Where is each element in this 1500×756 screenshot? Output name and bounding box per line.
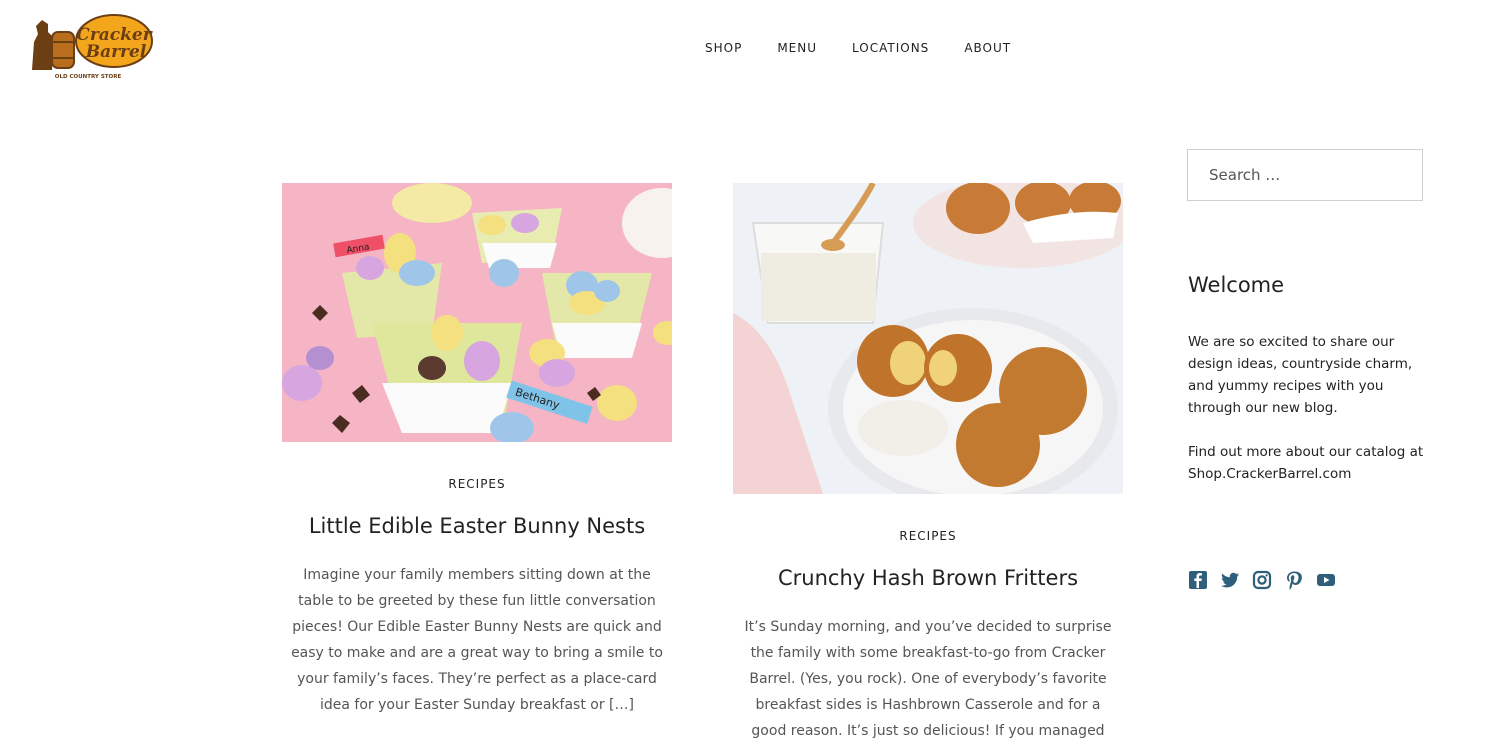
post-card: Anna Bethany RECIPES Little Edible Easte… xyxy=(282,183,672,718)
post-title[interactable]: Crunchy Hash Brown Fritters xyxy=(733,564,1123,592)
pinterest-icon[interactable] xyxy=(1284,570,1304,590)
post-title[interactable]: Little Edible Easter Bunny Nests xyxy=(282,512,672,540)
post-category[interactable]: RECIPES xyxy=(733,529,1123,545)
twitter-icon[interactable] xyxy=(1220,570,1240,590)
catalog-paragraph: Find out more about our catalog at Shop.… xyxy=(1188,444,1424,482)
svg-text:OLD COUNTRY STORE: OLD COUNTRY STORE xyxy=(55,74,122,80)
search-input[interactable] xyxy=(1187,149,1423,201)
cracker-barrel-logo[interactable]: Cracker Barrel OLD COUNTRY STORE xyxy=(26,12,156,84)
facebook-icon[interactable] xyxy=(1188,570,1208,590)
social-links xyxy=(1188,570,1336,590)
nav-menu[interactable]: MENU xyxy=(777,41,817,55)
post-category[interactable]: RECIPES xyxy=(282,477,672,493)
svg-text:Barrel: Barrel xyxy=(85,42,147,62)
nav-about[interactable]: ABOUT xyxy=(964,41,1011,55)
main-nav: SHOP MENU LOCATIONS ABOUT xyxy=(705,41,1046,55)
welcome-paragraph: We are so excited to share our design id… xyxy=(1188,334,1413,416)
nav-locations[interactable]: LOCATIONS xyxy=(852,41,929,55)
welcome-title: Welcome xyxy=(1188,273,1285,297)
welcome-text: We are so excited to share our design id… xyxy=(1188,331,1428,507)
nav-shop[interactable]: SHOP xyxy=(705,41,742,55)
youtube-icon[interactable] xyxy=(1316,570,1336,590)
post-image-hash-brown-fritters[interactable] xyxy=(733,183,1123,494)
post-card: RECIPES Crunchy Hash Brown Fritters It’s… xyxy=(733,183,1123,744)
post-image-easter-nests[interactable]: Anna Bethany xyxy=(282,183,672,442)
instagram-icon[interactable] xyxy=(1252,570,1272,590)
post-excerpt: Imagine your family members sitting down… xyxy=(291,567,663,713)
post-excerpt: It’s Sunday morning, and you’ve decided … xyxy=(744,619,1112,739)
